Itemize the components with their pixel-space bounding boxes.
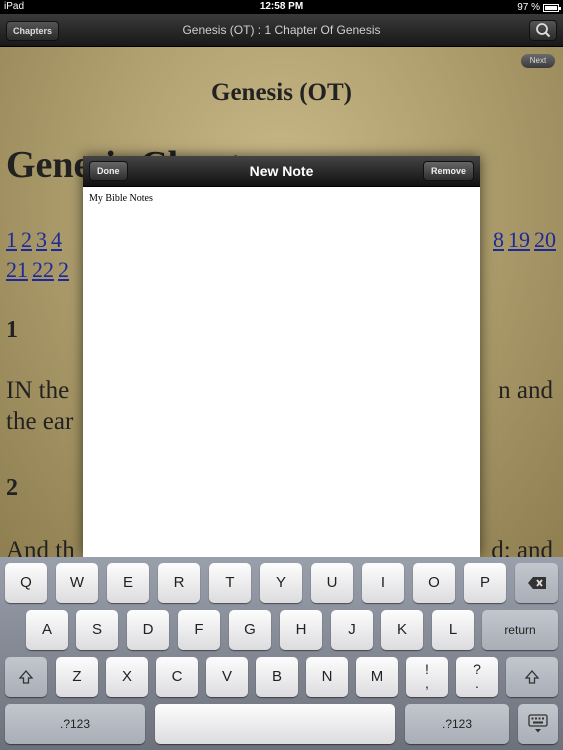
key-question-period[interactable]: ? . — [456, 657, 498, 697]
shift-icon — [18, 670, 34, 684]
on-screen-keyboard: Q W E R T Y U I O P A S D F G H J K L re… — [0, 557, 563, 750]
key-h[interactable]: H — [280, 610, 322, 650]
status-time: 12:58 PM — [259, 1, 304, 12]
battery-percent: 97 % — [517, 2, 540, 13]
numbers-key-right[interactable]: .?123 — [405, 704, 509, 744]
verse-text: n and — [498, 377, 553, 404]
key-f[interactable]: F — [178, 610, 220, 650]
verse-text: IN the — [6, 377, 70, 404]
key-a[interactable]: A — [26, 610, 68, 650]
chapter-link[interactable]: 2 — [21, 225, 32, 255]
verse-number: 1 — [6, 317, 18, 343]
key-e[interactable]: E — [107, 563, 149, 603]
remove-button[interactable]: Remove — [422, 161, 474, 181]
key-t[interactable]: T — [209, 563, 251, 603]
keyboard-hide-icon — [528, 714, 548, 733]
note-toolbar: Done New Note Remove — [83, 156, 480, 187]
navigation-bar: Chapters Genesis (OT) : 1 Chapter Of Gen… — [0, 14, 563, 47]
chapter-link[interactable]: 19 — [508, 225, 530, 255]
battery-icon — [543, 3, 561, 12]
backspace-key[interactable] — [515, 563, 558, 603]
backspace-icon — [527, 577, 546, 589]
key-o[interactable]: O — [413, 563, 455, 603]
key-q[interactable]: Q — [5, 563, 47, 603]
key-p[interactable]: P — [464, 563, 506, 603]
shift-key-right[interactable] — [506, 657, 558, 697]
space-key[interactable] — [155, 704, 395, 744]
key-y[interactable]: Y — [260, 563, 302, 603]
verse-text: And th — [6, 537, 75, 557]
key-w[interactable]: W — [56, 563, 98, 603]
key-exclamation-comma[interactable]: ! , — [406, 657, 448, 697]
book-title: Genesis (OT) — [211, 79, 352, 106]
note-text-area[interactable] — [83, 187, 480, 557]
key-bottom-char: , — [425, 675, 429, 691]
shift-key-left[interactable] — [5, 657, 47, 697]
key-g[interactable]: G — [229, 610, 271, 650]
key-l[interactable]: L — [432, 610, 474, 650]
return-key[interactable]: return — [482, 610, 558, 650]
key-r[interactable]: R — [158, 563, 200, 603]
status-bar: iPad 12:58 PM 97 % — [0, 0, 563, 14]
chapter-link[interactable]: 4 — [51, 225, 62, 255]
hide-keyboard-key[interactable] — [518, 704, 558, 744]
shift-icon — [524, 670, 540, 684]
chapter-link[interactable]: 2 — [58, 255, 69, 285]
key-top-char: ! — [425, 661, 429, 677]
verse-text: the ear — [6, 408, 74, 435]
note-title: New Note — [249, 163, 314, 179]
key-n[interactable]: N — [306, 657, 348, 697]
new-note-dialog: Done New Note Remove — [83, 156, 480, 557]
key-i[interactable]: I — [362, 563, 404, 603]
key-u[interactable]: U — [311, 563, 353, 603]
key-x[interactable]: X — [106, 657, 148, 697]
chapter-link[interactable]: 20 — [534, 225, 556, 255]
chapter-link[interactable]: 3 — [36, 225, 47, 255]
key-c[interactable]: C — [156, 657, 198, 697]
search-icon — [536, 23, 551, 38]
key-z[interactable]: Z — [56, 657, 98, 697]
nav-title: Genesis (OT) : 1 Chapter Of Genesis — [182, 23, 381, 37]
chapter-link[interactable]: 8 — [493, 225, 504, 255]
chapter-link[interactable]: 21 — [6, 255, 28, 285]
key-bottom-char: . — [475, 675, 479, 691]
key-b[interactable]: B — [256, 657, 298, 697]
verse-number: 2 — [6, 475, 18, 501]
chapter-link[interactable]: 22 — [32, 255, 54, 285]
next-button[interactable]: Next — [521, 54, 555, 68]
search-button[interactable] — [529, 20, 557, 41]
numbers-key-left[interactable]: .?123 — [5, 704, 145, 744]
chapter-link[interactable]: 1 — [6, 225, 17, 255]
verse-text: d: and — [491, 537, 553, 557]
key-j[interactable]: J — [331, 610, 373, 650]
key-v[interactable]: V — [206, 657, 248, 697]
battery-indicator: 97 % — [517, 2, 561, 13]
key-k[interactable]: K — [381, 610, 423, 650]
key-m[interactable]: M — [356, 657, 398, 697]
key-s[interactable]: S — [76, 610, 118, 650]
key-top-char: ? — [473, 661, 481, 677]
key-d[interactable]: D — [127, 610, 169, 650]
